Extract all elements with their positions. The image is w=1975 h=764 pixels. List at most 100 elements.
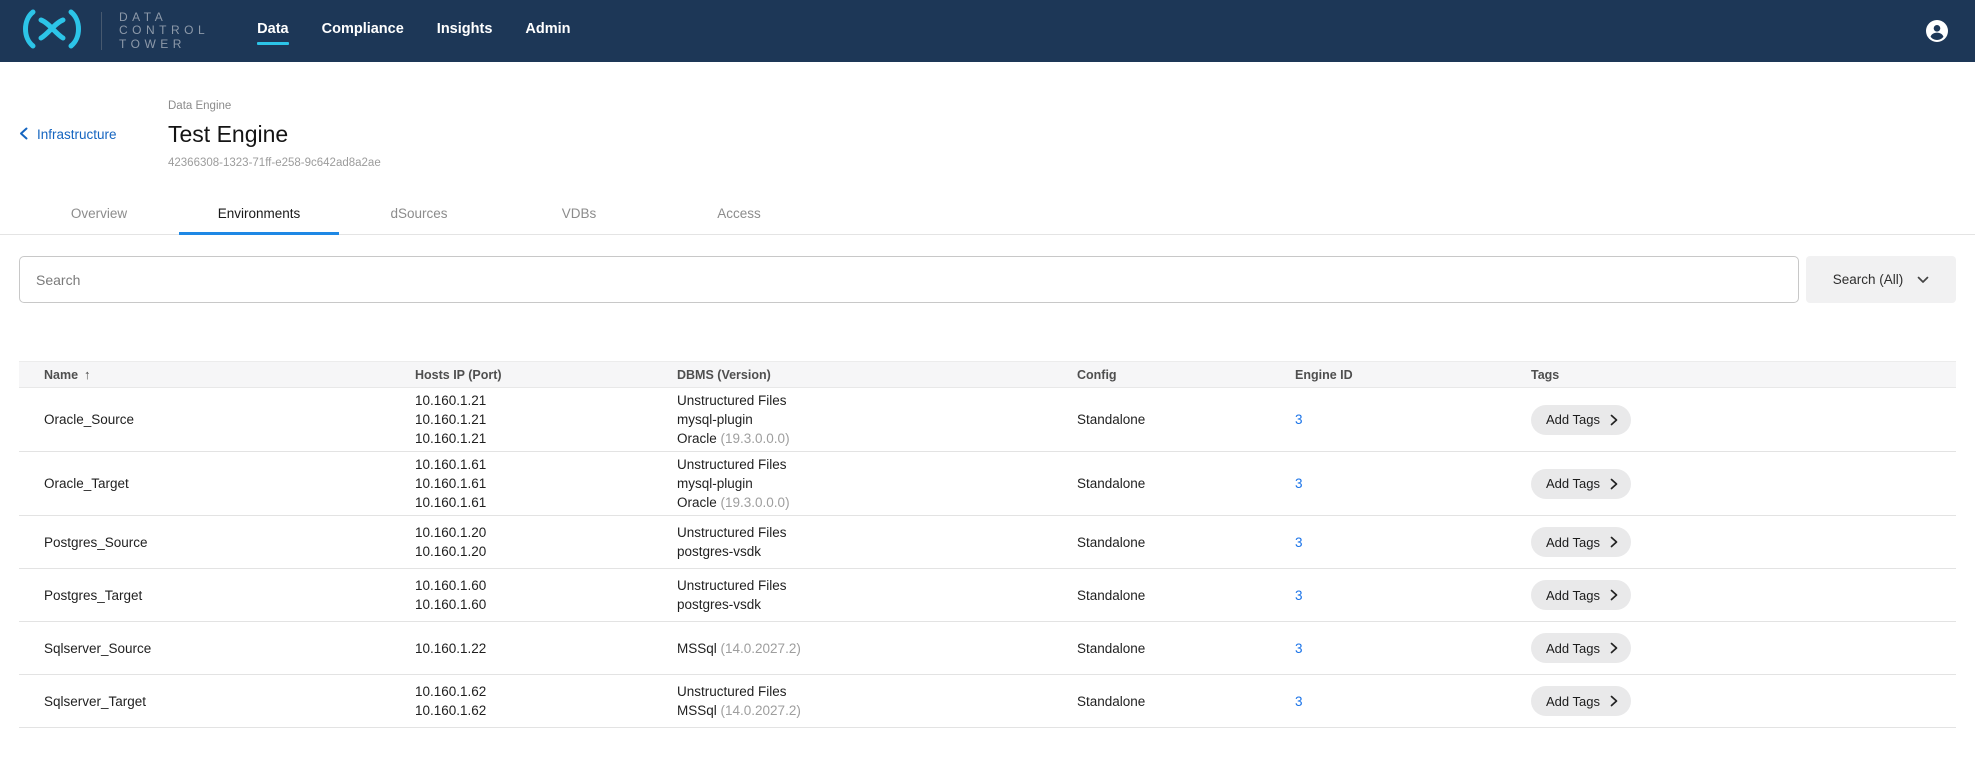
- config-value: Standalone: [1077, 476, 1145, 491]
- engine-id-link[interactable]: 3: [1295, 535, 1303, 550]
- cell-dbms: MSSql (14.0.2027.2): [677, 622, 1077, 675]
- cell-config: Standalone: [1077, 452, 1295, 516]
- cell-engine-id: 3: [1295, 675, 1531, 728]
- column-header-tags: Tags: [1531, 362, 1956, 388]
- back-link-infrastructure[interactable]: Infrastructure: [19, 127, 168, 143]
- cell-tags: Add Tags: [1531, 622, 1956, 675]
- column-header-label: Engine ID: [1295, 368, 1353, 382]
- add-tags-button[interactable]: Add Tags: [1531, 580, 1631, 610]
- cell-tags: Add Tags: [1531, 675, 1956, 728]
- cell-engine-id: 3: [1295, 569, 1531, 622]
- dbms-version: (14.0.2027.2): [717, 703, 801, 718]
- cell-name: Sqlserver_Target: [19, 675, 415, 728]
- dbms-name: postgres-vsdk: [677, 544, 761, 559]
- dbms-name: Unstructured Files: [677, 684, 787, 699]
- add-tags-label: Add Tags: [1546, 535, 1600, 550]
- search-input[interactable]: [19, 256, 1799, 303]
- host-ip: 10.160.1.61: [415, 474, 669, 493]
- table-row: Oracle_Target10.160.1.6110.160.1.6110.16…: [19, 452, 1956, 516]
- tab-environments[interactable]: Environments: [179, 195, 339, 234]
- config-value: Standalone: [1077, 588, 1145, 603]
- column-header-label: DBMS (Version): [677, 368, 771, 382]
- engine-id-link[interactable]: 3: [1295, 476, 1303, 491]
- add-tags-button[interactable]: Add Tags: [1531, 686, 1631, 716]
- dbms-version: (19.3.0.0.0): [717, 495, 790, 510]
- dbms-name: MSSql: [677, 641, 717, 656]
- cell-tags: Add Tags: [1531, 569, 1956, 622]
- engine-id-link[interactable]: 3: [1295, 588, 1303, 603]
- add-tags-button[interactable]: Add Tags: [1531, 405, 1631, 435]
- dbms-name: mysql-plugin: [677, 476, 753, 491]
- chevron-right-icon: [1610, 414, 1618, 426]
- host-ip: 10.160.1.21: [415, 391, 669, 410]
- dbms-line: Oracle (19.3.0.0.0): [677, 429, 1069, 448]
- tab-vdbs[interactable]: VDBs: [499, 195, 659, 234]
- cell-dbms: Unstructured Files postgres-vsdk: [677, 569, 1077, 622]
- dbms-name: Unstructured Files: [677, 578, 787, 593]
- cell-hosts: 10.160.1.6010.160.1.60: [415, 569, 677, 622]
- nav-link-insights[interactable]: Insights: [437, 17, 493, 45]
- engine-id-link[interactable]: 3: [1295, 694, 1303, 709]
- engine-id-link[interactable]: 3: [1295, 412, 1303, 427]
- add-tags-button[interactable]: Add Tags: [1531, 633, 1631, 663]
- dbms-line: Oracle (19.3.0.0.0): [677, 493, 1069, 512]
- cell-name: Oracle_Target: [19, 452, 415, 516]
- nav-link-admin[interactable]: Admin: [525, 17, 570, 45]
- tab-access[interactable]: Access: [659, 195, 819, 234]
- dbms-line: MSSql (14.0.2027.2): [677, 701, 1069, 720]
- nav-link-data[interactable]: Data: [257, 17, 288, 45]
- cell-name: Postgres_Target: [19, 569, 415, 622]
- table-row: Oracle_Source10.160.1.2110.160.1.2110.16…: [19, 388, 1956, 452]
- chevron-right-icon: [1610, 589, 1618, 601]
- title-block: Data Engine Test Engine 42366308-1323-71…: [168, 100, 381, 169]
- column-header-label: Tags: [1531, 368, 1559, 382]
- search-scope-dropdown[interactable]: Search (All): [1806, 256, 1956, 303]
- cell-tags: Add Tags: [1531, 516, 1956, 569]
- nav-link-compliance[interactable]: Compliance: [322, 17, 404, 45]
- cell-config: Standalone: [1077, 675, 1295, 728]
- cell-engine-id: 3: [1295, 388, 1531, 452]
- search-row: Search (All): [19, 256, 1956, 303]
- host-ip: 10.160.1.61: [415, 493, 669, 512]
- environment-name: Sqlserver_Target: [44, 694, 146, 709]
- chevron-right-icon: [1610, 642, 1618, 654]
- cell-dbms: Unstructured Files mysql-plugin Oracle (19…: [677, 452, 1077, 516]
- host-ip: 10.160.1.20: [415, 542, 669, 561]
- column-header-config: Config: [1077, 362, 1295, 388]
- table-body: Oracle_Source10.160.1.2110.160.1.21 10.16…: [19, 388, 1956, 728]
- cell-engine-id: 3: [1295, 452, 1531, 516]
- tab-overview[interactable]: Overview: [19, 195, 179, 234]
- dbms-line: MSSql (14.0.2027.2): [677, 639, 1069, 658]
- cell-engine-id: 3: [1295, 622, 1531, 675]
- dbms-name: Oracle: [677, 495, 717, 510]
- page-header: Infrastructure Data Engine Test Engine 4…: [0, 62, 1975, 169]
- dbms-line: Unstructured Files: [677, 455, 1069, 474]
- logo-wordmark: DATACONTROLTOWER: [119, 11, 209, 52]
- add-tags-button[interactable]: Add Tags: [1531, 469, 1631, 499]
- add-tags-button[interactable]: Add Tags: [1531, 527, 1631, 557]
- cell-hosts: 10.160.1.6210.160.1.62: [415, 675, 677, 728]
- user-account-icon[interactable]: [1925, 19, 1949, 43]
- dbms-name: Unstructured Files: [677, 525, 787, 540]
- cell-config: Standalone: [1077, 569, 1295, 622]
- tab-dsources[interactable]: dSources: [339, 195, 499, 234]
- chevron-right-icon: [1610, 536, 1618, 548]
- cell-name: Oracle_Source: [19, 388, 415, 452]
- dbms-line: postgres-vsdk: [677, 595, 1069, 614]
- column-header-name[interactable]: Name↑: [19, 362, 415, 388]
- cell-dbms: Unstructured Files postgres-vsdk: [677, 516, 1077, 569]
- table-header-row: Name↑Hosts IP (Port)DBMS (Version)Config…: [19, 362, 1956, 388]
- table-row: Sqlserver_Source10.160.1.22MSSql (14.0.2…: [19, 622, 1956, 675]
- cell-config: Standalone: [1077, 516, 1295, 569]
- host-ip: 10.160.1.21: [415, 410, 669, 429]
- nav-links: Data Compliance Insights Admin: [257, 17, 570, 45]
- environments-table: Name↑Hosts IP (Port)DBMS (Version)Config…: [19, 361, 1956, 728]
- page-eyebrow: Data Engine: [168, 100, 381, 112]
- cell-hosts: 10.160.1.6110.160.1.6110.160.1.61: [415, 452, 677, 516]
- add-tags-label: Add Tags: [1546, 588, 1600, 603]
- column-header-dbms-version-: DBMS (Version): [677, 362, 1077, 388]
- engine-id-link[interactable]: 3: [1295, 641, 1303, 656]
- chevron-down-icon: [1917, 272, 1929, 287]
- dct-logo[interactable]: DATACONTROLTOWER: [20, 9, 209, 54]
- config-value: Standalone: [1077, 694, 1145, 709]
